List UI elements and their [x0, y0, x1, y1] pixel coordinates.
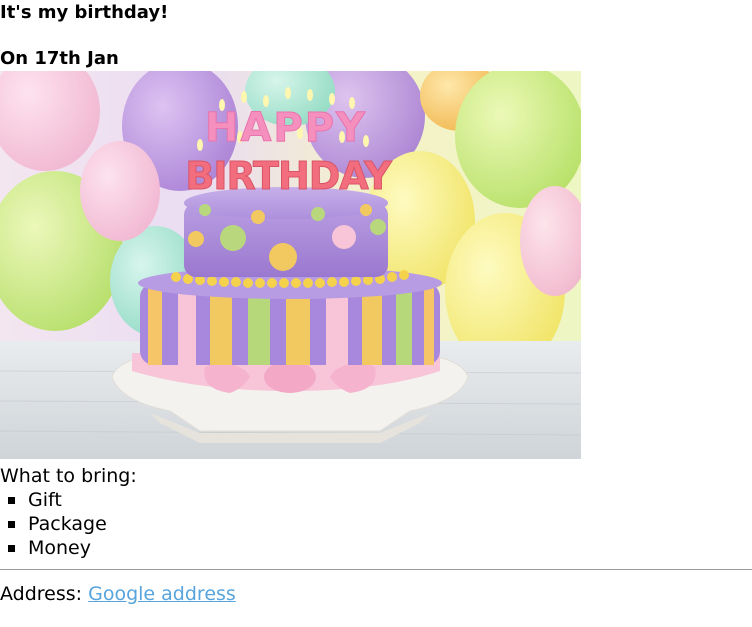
google-address-link[interactable]: Google address [88, 583, 236, 605]
divider [0, 569, 752, 570]
page-title: It's my birthday! [0, 2, 169, 23]
list-item: Money [0, 536, 107, 560]
birthday-cake-image: HAPPY BIRTHDAY [0, 71, 581, 459]
address: Address: Google address [0, 582, 236, 606]
candles-bottom-text: BIRTHDAY [185, 154, 392, 198]
page: It's my birthday! On 17th Jan HAPPY BIRT… [0, 0, 752, 627]
bring-list: Gift Package Money [0, 488, 107, 560]
list-item: Gift [0, 488, 107, 512]
event-date: On 17th Jan [0, 48, 119, 69]
address-label: Address: [0, 583, 83, 605]
bring-label: What to bring: [0, 465, 137, 487]
candles-top-text: HAPPY [205, 105, 367, 151]
list-item: Package [0, 512, 107, 536]
